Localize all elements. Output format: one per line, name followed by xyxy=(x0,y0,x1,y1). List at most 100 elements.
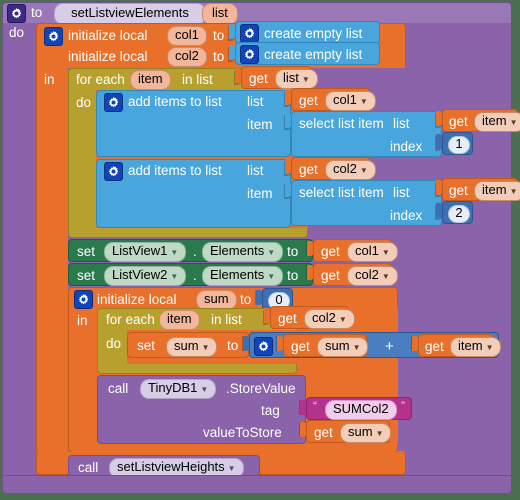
chevron-down-icon[interactable]: ▼ xyxy=(339,315,347,324)
add-items-1-label: add items to list xyxy=(128,94,222,109)
number-1-field[interactable]: 1 xyxy=(448,136,470,154)
get-col1-var-field-2[interactable]: col1 ▼ xyxy=(347,242,398,262)
chevron-down-icon[interactable]: ▼ xyxy=(510,187,518,196)
select-list-item-1-label: select list item xyxy=(299,116,384,131)
add-items-2-list-socket-label: list xyxy=(247,163,264,178)
number-2-field[interactable]: 2 xyxy=(448,205,470,223)
init-local-sum-to-label: to xyxy=(240,292,252,307)
chevron-down-icon[interactable]: ▼ xyxy=(353,343,361,352)
create-empty-list-1-label: create empty list xyxy=(264,26,363,41)
number-block-2[interactable]: 2 xyxy=(442,201,473,224)
add-items-1-gear-icon[interactable] xyxy=(104,93,123,112)
init-local-sum-gear-icon[interactable] xyxy=(74,290,93,309)
init-local-col-gear-icon[interactable] xyxy=(44,27,63,46)
init-local-col1-to-label: to xyxy=(213,28,225,43)
text-block-sumcol2[interactable]: “ SUMCol2 ” xyxy=(306,397,412,420)
init-local-var-col1-field[interactable]: col1 xyxy=(167,26,207,46)
init-local-sum-label: initialize local xyxy=(97,292,177,307)
chevron-down-icon[interactable]: ▼ xyxy=(510,118,518,127)
select-list-item-block-1[interactable]: select list item list index xyxy=(291,111,442,157)
get-sum-var-text-1: sum xyxy=(325,338,350,353)
chevron-down-icon[interactable]: ▼ xyxy=(376,429,384,438)
get-item-var-field-1[interactable]: item ▼ xyxy=(474,112,520,132)
number-block-1[interactable]: 1 xyxy=(442,132,473,155)
chevron-down-icon[interactable]: ▼ xyxy=(200,385,208,394)
call-setlistviewheights-wrapper[interactable]: call setListviewHeights ▼ xyxy=(68,455,260,478)
get-col2-var-text-3: col2 xyxy=(312,310,336,325)
set-sum-block[interactable]: set sum ▼ to xyxy=(127,332,249,358)
get-col1-block-2[interactable]: get col1 ▼ xyxy=(313,239,398,262)
procedure-name-field[interactable]: setListviewElements xyxy=(54,3,206,25)
get-item-var-field-2[interactable]: item ▼ xyxy=(474,181,520,201)
chevron-down-icon[interactable]: ▼ xyxy=(267,272,275,281)
set-sum-var-field[interactable]: sum ▼ xyxy=(166,337,218,357)
set-listview1-to-label: to xyxy=(287,244,299,259)
call-tinydb-storevalue-block[interactable]: call TinyDB1 ▼ .StoreValue tag valueToSto… xyxy=(97,375,306,444)
get-sum-block-2[interactable]: get sum ▼ xyxy=(306,420,392,443)
add-items-2-gear-icon[interactable] xyxy=(104,162,123,181)
chevron-down-icon[interactable]: ▼ xyxy=(360,97,368,106)
call-tinydb-component-text: TinyDB1 xyxy=(148,380,198,395)
set-listview2-property-text: Elements xyxy=(210,267,265,282)
get-sum-var-field-1[interactable]: sum ▼ xyxy=(317,337,369,357)
chevron-down-icon[interactable]: ▼ xyxy=(228,464,236,473)
chevron-down-icon[interactable]: ▼ xyxy=(170,272,178,281)
set-listview1-property-field[interactable]: Elements ▼ xyxy=(202,242,284,262)
for-each-1-do-label: do xyxy=(76,95,92,110)
init-local-sum-var-field[interactable]: sum xyxy=(196,290,237,310)
text-sumcol2-field[interactable]: SUMCol2 xyxy=(325,400,397,420)
for-each-1-var-field[interactable]: item xyxy=(130,70,171,90)
create-empty-list-block-2[interactable]: create empty list xyxy=(235,42,380,65)
text-open-quote: “ xyxy=(313,399,317,413)
init-local-col-in-label: in xyxy=(44,72,55,87)
set-listview1-elements-block[interactable]: set ListView1 ▼ . Elements ▼ to xyxy=(68,239,313,262)
get-item-block-1[interactable]: get item ▼ xyxy=(442,109,520,132)
call-setlistviewheights-call-label-2: call xyxy=(78,460,99,475)
call-tinydb-method-label: .StoreValue xyxy=(226,381,296,396)
create-empty-list-block-1[interactable]: create empty list xyxy=(235,21,380,44)
get-item-var-text-3: item xyxy=(458,338,483,353)
call-tinydb-call-label: call xyxy=(108,381,129,396)
blocks-canvas[interactable]: to setListviewElements list do initializ… xyxy=(0,0,520,500)
select-list-item-block-2[interactable]: select list item list index xyxy=(291,180,442,226)
chevron-down-icon[interactable]: ▼ xyxy=(382,248,390,257)
get-col2-block-3[interactable]: get col2 ▼ xyxy=(270,306,355,329)
set-sum-set-label: set xyxy=(137,338,156,353)
get-list-block[interactable]: get list ▼ xyxy=(241,66,318,89)
init-local-var-col2-field[interactable]: col2 xyxy=(167,47,207,67)
get-col2-var-field-3[interactable]: col2 ▼ xyxy=(304,309,355,329)
procedure-param-list[interactable]: list xyxy=(202,3,238,25)
get-col1-block-1[interactable]: get col1 ▼ xyxy=(291,88,376,111)
get-col2-block-2[interactable]: get col2 ▼ xyxy=(313,263,398,286)
chevron-down-icon[interactable]: ▼ xyxy=(202,343,210,352)
set-listview1-dot: . xyxy=(193,244,197,259)
chevron-down-icon[interactable]: ▼ xyxy=(302,75,310,84)
set-listview1-component-field[interactable]: ListView1 ▼ xyxy=(104,242,187,262)
call-tinydb-component-field[interactable]: TinyDB1 ▼ xyxy=(140,379,217,399)
create-empty-list-1-gear-icon[interactable] xyxy=(240,24,259,43)
chevron-down-icon[interactable]: ▼ xyxy=(170,248,178,257)
get-col1-var-field-1[interactable]: col1 ▼ xyxy=(325,91,376,111)
get-col2-var-field-1[interactable]: col2 ▼ xyxy=(325,160,376,180)
set-listview2-component-field[interactable]: ListView2 ▼ xyxy=(104,266,187,286)
get-sum-block-1[interactable]: get sum ▼ xyxy=(283,334,369,357)
chevron-down-icon[interactable]: ▼ xyxy=(486,343,494,352)
procedure-footer xyxy=(2,475,512,494)
addition-gear-icon[interactable] xyxy=(254,337,273,356)
set-listview2-elements-block[interactable]: set ListView2 ▼ . Elements ▼ to xyxy=(68,263,313,286)
get-item-var-field-3[interactable]: item ▼ xyxy=(450,337,502,357)
get-item-block-2[interactable]: get item ▼ xyxy=(442,178,520,201)
get-sum-var-field-2[interactable]: sum ▼ xyxy=(340,423,392,443)
set-listview2-property-field[interactable]: Elements ▼ xyxy=(202,266,284,286)
get-col2-var-field-2[interactable]: col2 ▼ xyxy=(347,266,398,286)
chevron-down-icon[interactable]: ▼ xyxy=(360,166,368,175)
procedure-gear-icon[interactable] xyxy=(7,4,26,23)
chevron-down-icon[interactable]: ▼ xyxy=(267,248,275,257)
create-empty-list-2-gear-icon[interactable] xyxy=(240,45,259,64)
get-col2-block-1[interactable]: get col2 ▼ xyxy=(291,157,376,180)
for-each-2-var-field[interactable]: item xyxy=(159,310,200,330)
get-item-block-3[interactable]: get item ▼ xyxy=(418,334,502,357)
get-list-var-field[interactable]: list ▼ xyxy=(275,69,318,89)
set-listview2-dot: . xyxy=(193,268,197,283)
chevron-down-icon[interactable]: ▼ xyxy=(382,272,390,281)
